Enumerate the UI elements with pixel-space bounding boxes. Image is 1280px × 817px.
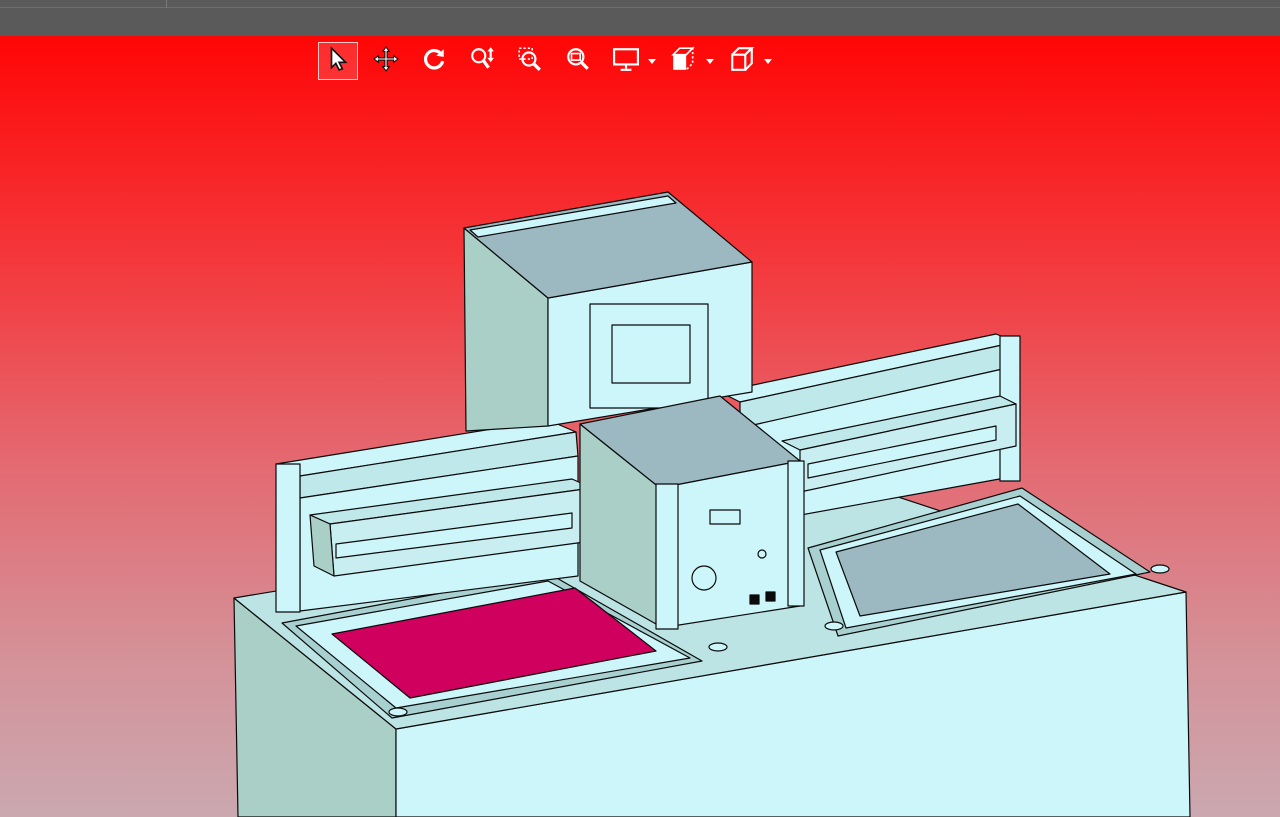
center-display [611,324,691,384]
control-button [757,549,767,559]
chevron-down-icon [706,52,714,70]
view-toolbar [318,41,780,81]
section-view-button[interactable] [664,42,704,80]
zoom-window-icon [517,46,543,77]
cube-view-icon [729,46,755,77]
display-mode-dropdown[interactable] [646,42,658,80]
display-mode-button[interactable] [606,42,646,80]
foot-2 [708,642,728,652]
section-view-icon [671,45,697,77]
zoom-window-button[interactable] [510,42,550,80]
cursor-select-icon [325,45,351,77]
zoom-fit-button[interactable] [558,42,598,80]
section-view-dropdown[interactable] [704,42,716,80]
control-display [709,509,741,525]
control-knob [691,565,717,591]
control-switch-1 [749,594,760,605]
tab-strip-line [0,7,1280,8]
control-unit-post-l [655,483,679,630]
3d-viewport[interactable] [0,36,1280,817]
title-bar [0,0,1280,36]
select-tool-button[interactable] [318,42,358,80]
left-post [275,463,301,613]
foot-1 [388,707,408,717]
foot-3 [824,621,844,631]
monitor-display-icon [613,46,639,77]
zoom-updown-icon [469,46,495,77]
rotate-tool-button[interactable] [414,42,454,80]
zoom-tool-button[interactable] [462,42,502,80]
tab-separator [166,0,167,8]
rotate-icon [421,46,447,77]
zoom-fit-icon [565,46,591,77]
control-unit-front [659,460,801,629]
control-switch-2 [765,591,776,602]
control-unit-post-r [787,460,805,607]
pan-tool-button[interactable] [366,42,406,80]
cad-model[interactable] [0,36,1280,817]
pan-move-icon [373,45,399,77]
view-orientation-dropdown[interactable] [762,42,774,80]
chevron-down-icon [648,52,656,70]
foot-4 [1150,564,1170,574]
view-orientation-button[interactable] [722,42,762,80]
chevron-down-icon [764,52,772,70]
